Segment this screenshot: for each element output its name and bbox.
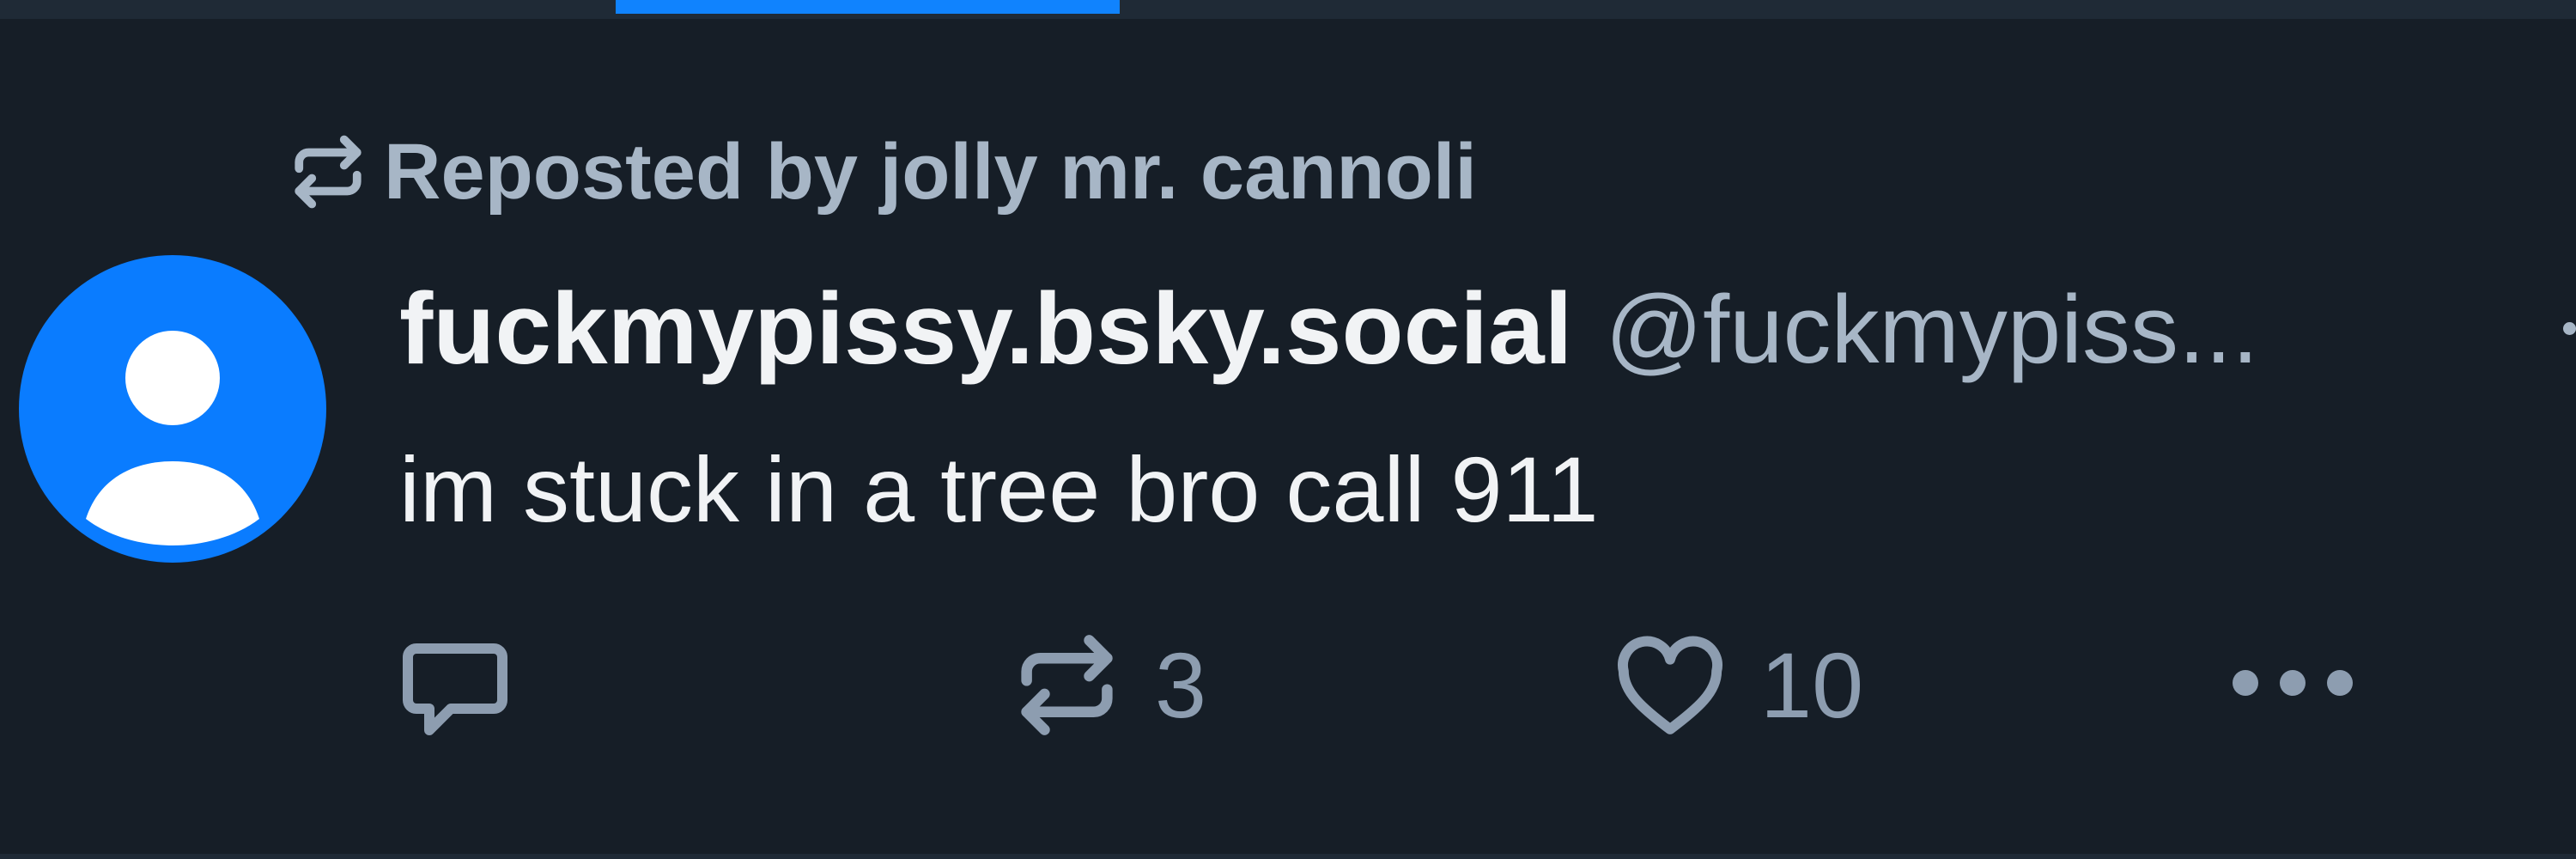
repost-context[interactable]: Reposted by jolly mr. cannoli bbox=[289, 125, 1477, 219]
separator-dot bbox=[2563, 322, 2576, 335]
feed-divider-bottom bbox=[0, 854, 2576, 859]
post-body-text: im stuck in a tree bro call 911 bbox=[399, 437, 1599, 541]
repost-button[interactable]: 3 bbox=[1013, 631, 1206, 739]
feed-divider-top bbox=[0, 0, 2576, 19]
heart-icon bbox=[1614, 631, 1726, 739]
like-count: 10 bbox=[1760, 633, 1864, 737]
default-avatar-icon bbox=[86, 331, 259, 545]
ellipsis-icon bbox=[2228, 666, 2357, 700]
reply-button[interactable] bbox=[399, 636, 545, 743]
repost-icon bbox=[1013, 631, 1121, 739]
repost-count: 3 bbox=[1155, 633, 1207, 737]
reply-bubble-icon bbox=[399, 636, 511, 743]
more-options-button[interactable] bbox=[2228, 666, 2357, 700]
repost-icon bbox=[289, 133, 367, 210]
author-handle[interactable]: @fuckmypiss... bbox=[1605, 274, 2258, 385]
author-display-name[interactable]: fuckmypissy.bsky.social bbox=[399, 273, 1572, 385]
like-button[interactable]: 10 bbox=[1614, 631, 1863, 739]
avatar[interactable] bbox=[19, 255, 326, 563]
active-tab-indicator bbox=[616, 0, 1120, 14]
post-author[interactable]: fuckmypissy.bsky.social @fuckmypiss... bbox=[399, 273, 2546, 385]
repost-label: Reposted by jolly mr. cannoli bbox=[384, 127, 1477, 216]
